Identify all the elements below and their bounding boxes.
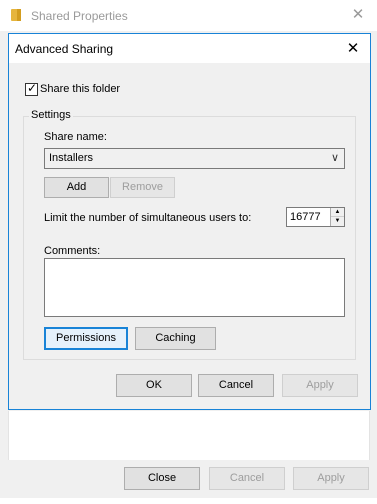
user-limit-value[interactable]: 16777 xyxy=(290,211,321,223)
ok-button[interactable]: OK xyxy=(116,374,192,397)
comments-label: Comments: xyxy=(44,245,101,257)
outer-titlebar: Shared Properties ✕ xyxy=(0,0,377,31)
folder-icon xyxy=(11,9,21,21)
outer-content-area xyxy=(8,411,370,460)
outer-window-title: Shared Properties xyxy=(31,9,128,23)
outer-apply-button[interactable]: Apply xyxy=(293,467,369,490)
advanced-sharing-dialog: Advanced Sharing ✕ Share this folder Set… xyxy=(8,33,371,410)
share-this-folder-checkbox[interactable] xyxy=(25,81,38,96)
user-limit-stepper[interactable]: 16777 ▲ ▼ xyxy=(286,207,345,227)
user-limit-label: Limit the number of simultaneous users t… xyxy=(44,212,252,224)
share-name-value: Installers xyxy=(49,152,94,164)
dialog-title: Advanced Sharing xyxy=(15,42,114,56)
share-this-folder-label[interactable]: Share this folder xyxy=(40,83,120,95)
stepper-arrows: ▲ ▼ xyxy=(330,208,344,226)
apply-button[interactable]: Apply xyxy=(282,374,358,397)
settings-group-label: Settings xyxy=(29,109,73,121)
outer-close-icon[interactable]: ✕ xyxy=(347,4,369,26)
share-name-dropdown[interactable]: Installers ∨ xyxy=(44,148,345,169)
caching-button[interactable]: Caching xyxy=(135,327,216,350)
remove-button[interactable]: Remove xyxy=(110,177,175,198)
share-name-label: Share name: xyxy=(44,131,107,143)
chevron-down-icon[interactable]: ∨ xyxy=(331,151,339,164)
outer-bottom-edge xyxy=(0,498,377,504)
permissions-button[interactable]: Permissions xyxy=(44,327,128,350)
outer-cancel-button[interactable]: Cancel xyxy=(209,467,285,490)
close-button[interactable]: Close xyxy=(124,467,200,490)
spin-down-icon[interactable]: ▼ xyxy=(331,217,344,226)
dialog-close-icon[interactable]: ✕ xyxy=(342,38,364,60)
dialog-titlebar: Advanced Sharing ✕ xyxy=(9,34,370,63)
comments-textarea[interactable] xyxy=(44,258,345,317)
add-button[interactable]: Add xyxy=(44,177,109,198)
cancel-button[interactable]: Cancel xyxy=(198,374,274,397)
spin-up-icon[interactable]: ▲ xyxy=(331,208,344,217)
